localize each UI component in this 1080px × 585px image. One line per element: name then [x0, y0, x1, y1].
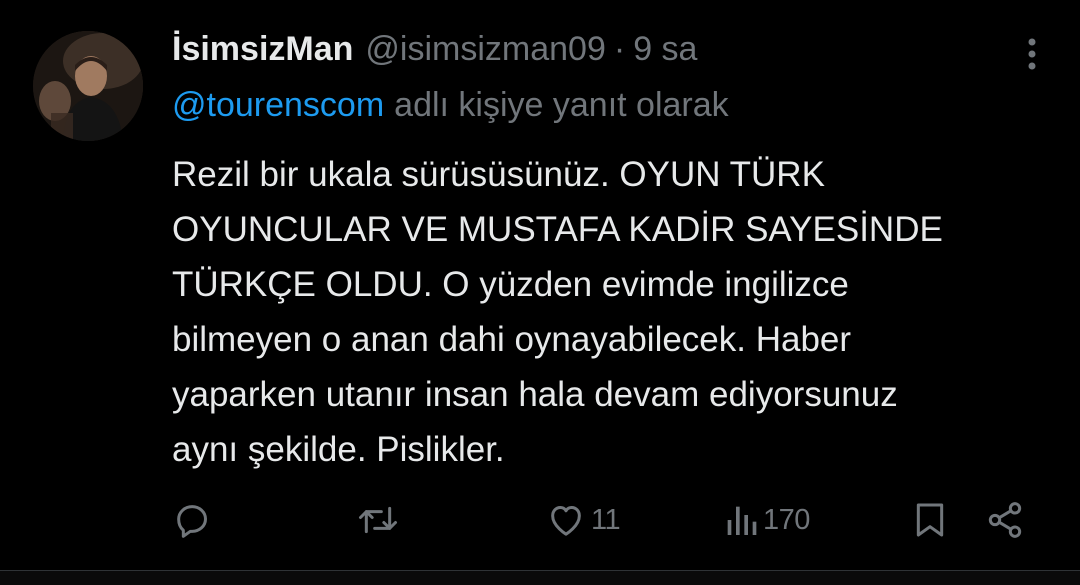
avatar[interactable] [33, 31, 143, 141]
tweet[interactable]: İsimsizMan @isimsizman09 · 9 sa @tourens… [0, 0, 1080, 585]
user-handle[interactable]: @isimsizman09 [365, 30, 605, 69]
tweet-header: İsimsizMan @isimsizman09 · 9 sa [172, 30, 697, 69]
reply-to-label: adlı kişiye yanıt olarak [394, 86, 729, 124]
separator: · [613, 30, 626, 68]
retweet-icon [356, 500, 400, 540]
tweet-text-line: yaparken utanır insan hala devam ediyors… [172, 375, 898, 414]
share-button[interactable] [985, 495, 1025, 545]
bookmark-button[interactable] [910, 495, 950, 545]
reply-button[interactable] [172, 495, 212, 545]
retweet-button[interactable] [356, 495, 400, 545]
views-icon [723, 500, 759, 540]
tweet-text-line: Rezil bir ukala sürüsüsünüz. OYUN TÜRK [172, 155, 825, 194]
timestamp[interactable]: 9 sa [633, 30, 697, 69]
like-count: 11 [591, 503, 621, 536]
share-icon [985, 500, 1025, 540]
tweet-text-line: TÜRKÇE OLDU. O yüzden evimde ingilizce [172, 265, 849, 304]
divider [0, 570, 1080, 585]
reply-icon [172, 500, 212, 540]
tweet-text-line: aynı şekilde. Pislikler. [172, 430, 505, 469]
like-button[interactable]: 11 [545, 495, 621, 545]
tweet-text-line: OYUNCULAR VE MUSTAFA KADİR SAYESİNDE [172, 210, 943, 249]
views-count: 170 [763, 503, 810, 536]
tweet-text: Rezil bir ukala sürüsüsünüz. OYUN TÜRK O… [172, 147, 1062, 477]
reply-to-mention-link[interactable]: @tourenscom [172, 86, 384, 124]
action-bar: 11 170 [0, 495, 1080, 545]
display-name[interactable]: İsimsizMan [172, 30, 353, 69]
views-button[interactable]: 170 [723, 495, 810, 545]
tweet-text-line: bilmeyen o anan dahi oynayabilecek. Habe… [172, 320, 852, 359]
heart-icon [545, 500, 587, 540]
reply-context: @tourenscom adlı kişiye yanıt olarak [172, 86, 729, 125]
bookmark-icon [910, 500, 950, 540]
more-options-icon[interactable] [1022, 36, 1042, 72]
